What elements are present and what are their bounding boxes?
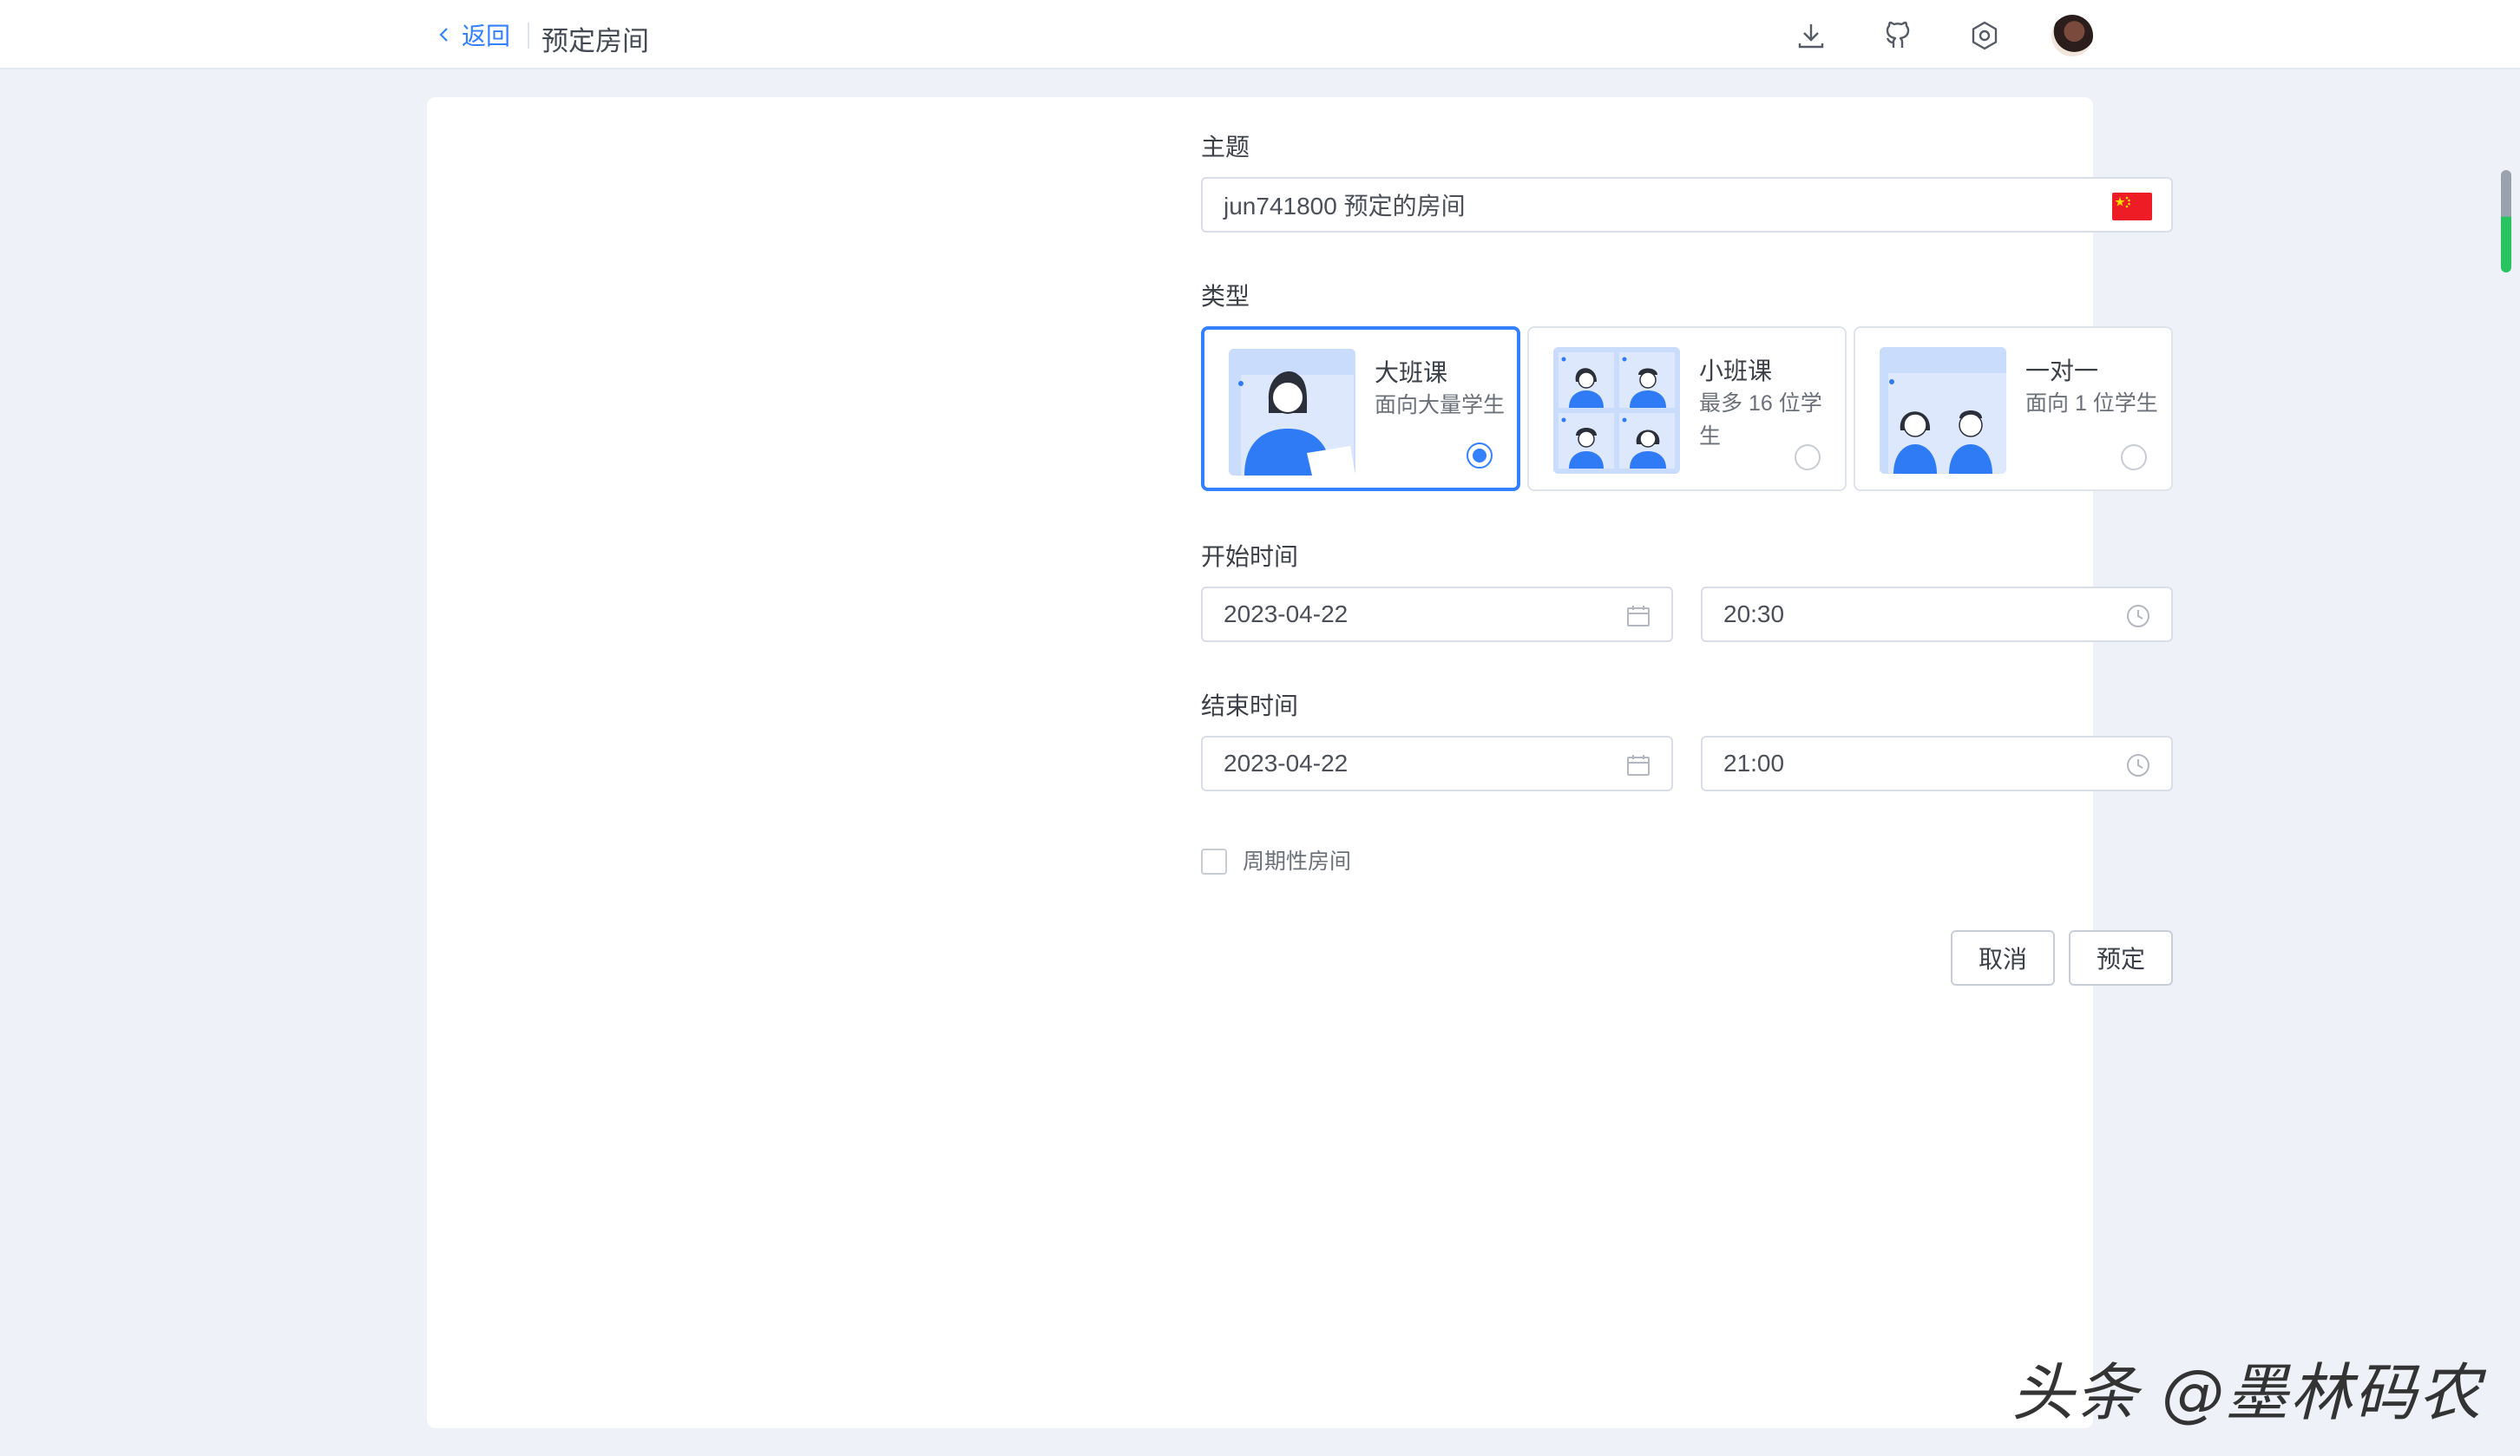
clock-icon [2127,754,2149,777]
one-on-one-radio[interactable] [2121,444,2147,470]
cancel-button[interactable]: 取消 [1951,930,2055,986]
end-date-input[interactable]: 2023-04-22 [1201,736,1673,791]
start-time-label: 开始时间 [1201,543,1299,570]
periodic-room-label[interactable]: 周期性房间 [1243,849,1351,875]
download-icon[interactable] [1793,17,1829,54]
start-date-input[interactable]: 2023-04-22 [1201,587,1673,642]
subject-label: 主题 [1201,134,1250,161]
clock-icon [2127,605,2149,627]
end-date-value: 2023-04-22 [1224,750,1349,777]
type-option-one-on-one[interactable]: 一对一 面向 1 位学生 [1854,326,2173,491]
china-flag-icon[interactable] [2112,193,2152,220]
type-option-large-class[interactable]: 大班课 面向大量学生 [1201,326,1520,491]
start-date-value: 2023-04-22 [1224,600,1349,627]
end-time-value: 21:00 [1723,750,1785,777]
small-class-desc: 最多 16 位学生 [1699,391,1822,449]
end-time-input[interactable]: 21:00 [1701,736,2173,791]
github-icon[interactable] [1880,17,1916,54]
one-on-one-title: 一对一 [2025,357,2099,384]
small-class-illustration [1553,347,1680,474]
large-class-illustration [1229,349,1355,475]
top-bar: 返回 预定房间 [0,0,2520,69]
one-on-one-desc: 面向 1 位学生 [2025,391,2158,416]
type-label: 类型 [1201,283,1250,310]
periodic-room-checkbox[interactable] [1201,849,1227,875]
settings-hexagon-icon[interactable] [1966,17,2003,54]
one-on-one-illustration [1880,347,2006,474]
header-divider [528,23,529,49]
large-class-radio[interactable] [1467,443,1493,469]
small-class-radio[interactable] [1795,444,1821,470]
large-class-desc: 面向大量学生 [1375,393,1506,417]
small-class-title: 小班课 [1699,357,1773,384]
chevron-left-icon [439,28,448,42]
watermark: 头条 @墨林码农 [2011,1356,2483,1429]
back-label: 返回 [462,23,511,49]
form-card: 主题 jun741800 预定的房间 类型 大班课 面向大量学生 小班课 最多 … [427,97,2173,1428]
back-button[interactable]: 返回 [436,19,510,50]
calendar-icon [1627,755,1650,776]
user-avatar[interactable] [2051,15,2093,56]
large-class-title: 大班课 [1375,359,1448,386]
subject-value: jun741800 预定的房间 [1224,193,1466,220]
book-button[interactable]: 预定 [2069,930,2173,986]
page-title: 预定房间 [541,26,649,56]
calendar-icon [1627,606,1650,626]
start-time-input[interactable]: 20:30 [1701,587,2173,642]
start-time-value: 20:30 [1723,600,1785,627]
type-option-small-class[interactable]: 小班课 最多 16 位学生 [1527,326,1847,491]
end-time-label: 结束时间 [1201,692,1299,719]
scrollbar[interactable] [2501,170,2511,272]
subject-input[interactable]: jun741800 预定的房间 [1201,177,2173,233]
